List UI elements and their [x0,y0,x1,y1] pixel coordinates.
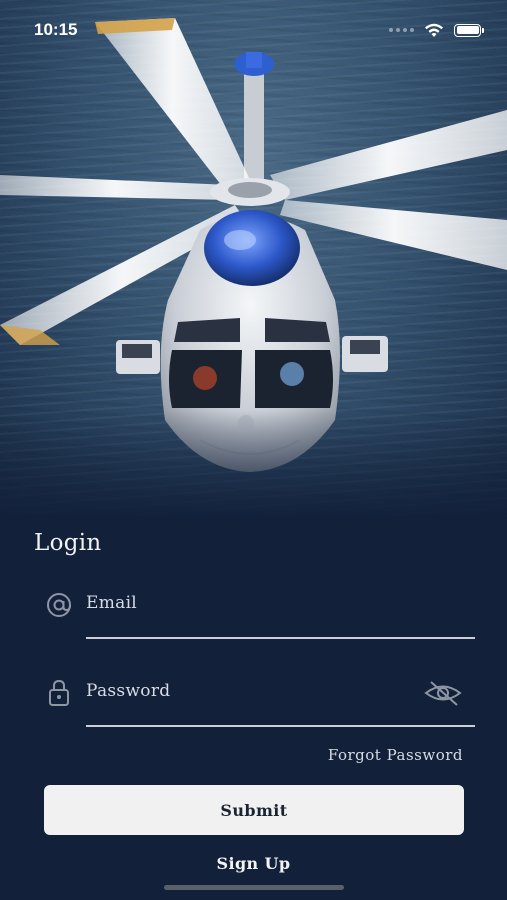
sign-up-link[interactable]: Sign Up [0,854,507,873]
password-placeholder: Password [86,681,171,701]
wifi-icon [425,23,443,37]
hero-image [0,0,507,520]
status-bar: 10:15 [0,0,507,60]
helicopter-illustration [0,18,507,472]
cellular-signal-icon [389,28,414,32]
password-field[interactable]: Password [44,670,475,730]
battery-icon [454,23,484,37]
status-time: 10:15 [34,20,78,39]
email-field[interactable]: Email [44,582,475,642]
password-underline [86,725,475,727]
status-icons [389,23,484,38]
home-indicator [164,885,344,890]
email-placeholder: Email [86,593,138,613]
submit-button[interactable]: Submit [44,785,464,835]
lock-icon [49,679,69,706]
email-underline [86,637,475,639]
at-icon [47,593,71,617]
forgot-password-link[interactable]: Forgot Password [328,746,463,764]
eye-slash-icon[interactable] [423,678,463,708]
login-panel: Login Email Password Forgot Password Sub… [0,500,507,900]
login-title: Login [34,530,102,556]
